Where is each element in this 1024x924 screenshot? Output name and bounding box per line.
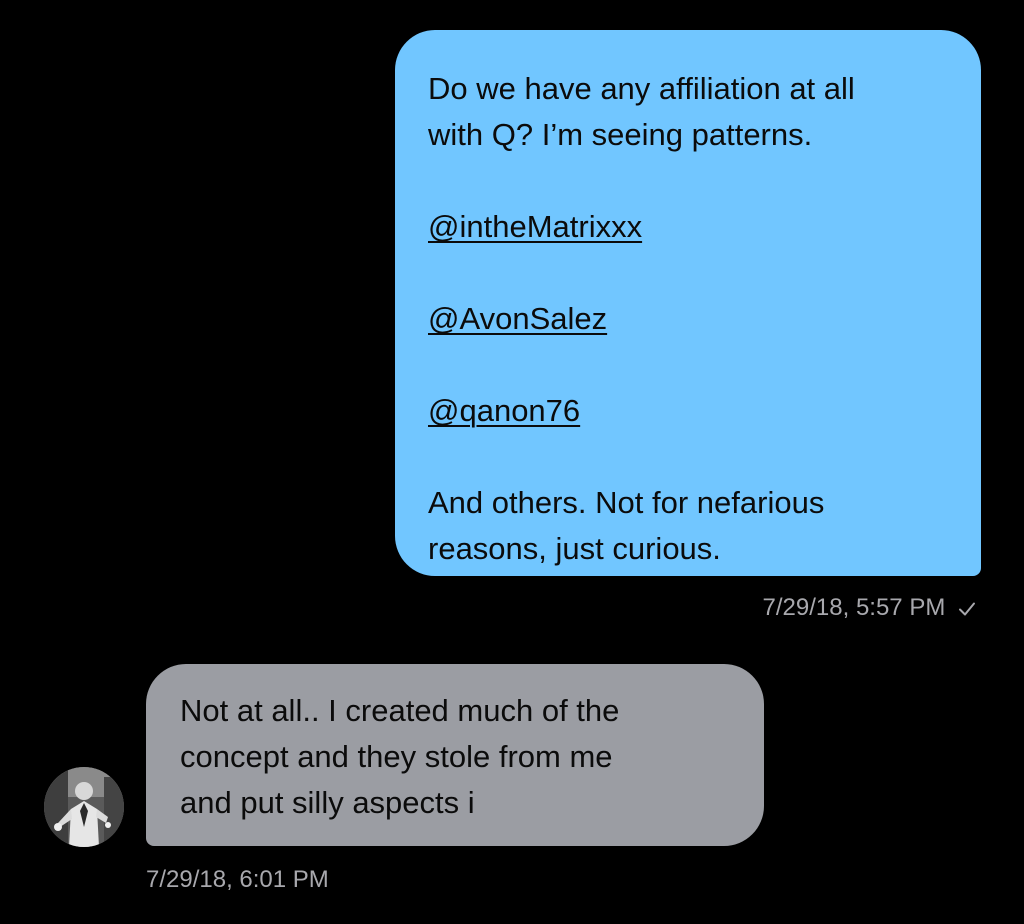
message-line: with Q? I’m seeing patterns. [428, 117, 813, 152]
mention-link-avonsalez[interactable]: @AvonSalez [428, 301, 607, 336]
incoming-timestamp: 7/29/18, 6:01 PM [146, 866, 329, 893]
line-spacer [428, 434, 951, 480]
checkmark-icon [958, 594, 976, 626]
message-line: concept and they stole from me [180, 739, 613, 774]
message-thread: Do we have any affiliation at all with Q… [0, 0, 1024, 924]
mention-link-qanon76[interactable]: @qanon76 [428, 393, 580, 428]
line-spacer [428, 158, 951, 204]
outgoing-message-meta: 7/29/18, 5:57 PM [763, 592, 976, 626]
outgoing-message-bubble[interactable]: Do we have any affiliation at all with Q… [395, 30, 981, 576]
line-spacer [428, 342, 951, 388]
message-line: Do we have any affiliation at all [428, 71, 855, 106]
line-spacer [428, 250, 951, 296]
outgoing-timestamp: 7/29/18, 5:57 PM [762, 594, 946, 621]
user-avatar[interactable] [44, 767, 124, 847]
mention-link-inthematrixxx[interactable]: @intheMatrixxx [428, 209, 642, 244]
message-line: and put silly aspects i [180, 785, 475, 820]
message-line: Not at all.. I created much of the [180, 693, 620, 728]
incoming-message-bubble[interactable]: Not at all.. I created much of the conce… [146, 664, 764, 846]
message-line: And others. Not for nefarious [428, 485, 825, 520]
message-line: reasons, just curious. [428, 531, 721, 566]
